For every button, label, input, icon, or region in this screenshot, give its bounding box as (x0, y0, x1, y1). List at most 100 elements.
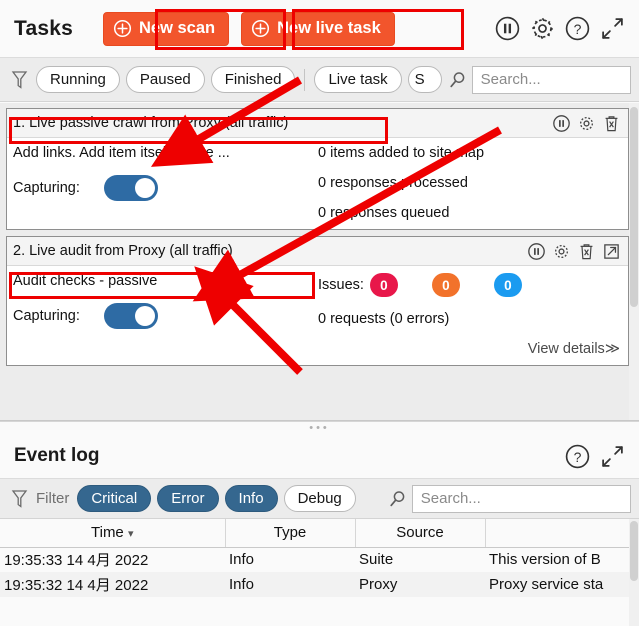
svg-text:?: ? (573, 448, 581, 464)
event-log-title: Event log (14, 445, 100, 466)
event-filter-critical[interactable]: Critical (77, 485, 152, 512)
task-card-2-left: Audit checks - passive Capturing: (13, 273, 318, 357)
filter-funnel-icon[interactable] (8, 489, 30, 509)
chevron-down-icon: ▾ (127, 528, 134, 541)
task-card-1-title: 1. Live passive crawl from Proxy (all tr… (13, 115, 289, 131)
pause-icon[interactable] (549, 111, 573, 135)
expand-arrows-icon[interactable] (597, 14, 627, 44)
svg-text:?: ? (573, 21, 581, 37)
tasks-filter-running[interactable]: Running (36, 66, 120, 93)
splitter-grip-icon: ••• (309, 422, 330, 434)
app-root: Tasks New scan New live task ? Running P… (0, 0, 639, 626)
view-details-label: View details (527, 341, 605, 357)
new-scan-label: New scan (139, 19, 216, 37)
row-0-time: 19:35:33 14 4月 2022 (4, 552, 149, 570)
task-card-2-right: Issues: 0 0 0 0 requests (0 errors) View… (318, 273, 622, 357)
tasks-header: Tasks New scan New live task ? (0, 0, 639, 58)
help-question-icon[interactable]: ? (562, 14, 592, 44)
tasks-filter-live-task[interactable]: Live task (314, 66, 402, 93)
tasks-header-icons: ? (492, 14, 631, 44)
task-card-1[interactable]: 1. Live passive crawl from Proxy (all tr… (6, 108, 629, 230)
chevron-double-right-icon: ≫ (604, 341, 620, 357)
event-filter-debug[interactable]: Debug (283, 485, 356, 512)
tasks-panel: Tasks New scan New live task ? Running P… (0, 0, 639, 421)
task-card-1-stat-items: 0 items added to site map (318, 145, 485, 161)
tasks-filter-bar: Running Paused Finished Live task S Sear… (0, 58, 639, 102)
status-badge-medium[interactable]: 0 (431, 273, 460, 297)
event-filter-info[interactable]: Info (224, 485, 278, 512)
delete-trash-icon[interactable] (599, 111, 623, 135)
status-badge-info[interactable]: 0 (493, 273, 522, 297)
task-card-1-stat-queued: 0 responses queued (318, 205, 450, 221)
task-card-1-right: 0 items added to site map 0 responses pr… (318, 145, 622, 221)
expand-arrows-icon[interactable] (597, 441, 627, 471)
column-header-time-label: Time (91, 524, 124, 542)
event-log-filter-bar: Filter Critical Error Info Debug Search.… (0, 479, 639, 519)
event-log-scrollbar[interactable] (629, 519, 639, 626)
tasks-filter-finished[interactable]: Finished (210, 66, 296, 93)
table-row[interactable]: 19:35:33 14 4月 2022 Info Suite This vers… (0, 547, 639, 572)
event-search-wrap: Search... (388, 484, 631, 513)
table-row[interactable]: 19:35:32 14 4月 2022 Info Proxy Proxy ser… (0, 572, 639, 597)
settings-gear-icon[interactable] (574, 111, 598, 135)
tasks-filter-scan-truncated[interactable]: S (407, 66, 442, 93)
status-badge-high[interactable]: 0 (369, 273, 398, 297)
new-live-task-label: New live task (277, 19, 381, 37)
tasks-filter-paused[interactable]: Paused (125, 66, 205, 93)
task-card-2-header: 2. Live audit from Proxy (all traffic) (7, 237, 628, 266)
task-card-2-title: 2. Live audit from Proxy (all traffic) (13, 243, 233, 259)
new-scan-button[interactable]: New scan (103, 11, 230, 46)
delete-trash-icon[interactable] (574, 239, 598, 263)
view-details-link[interactable]: View details≫ (318, 341, 622, 357)
table-header-row: Time ▾ Type Source (0, 519, 639, 548)
task-card-2-requests: 0 requests (0 errors) (318, 311, 450, 327)
task-card-1-icons (549, 111, 623, 135)
task-card-1-left: Add links. Add item itself, same ... Cap… (13, 145, 318, 221)
row-0-message: This version of B (489, 551, 601, 569)
column-header-source[interactable]: Source (355, 519, 486, 548)
help-question-icon[interactable]: ? (562, 441, 592, 471)
event-log-header-icons: ? (562, 441, 631, 471)
plus-circle-icon (251, 19, 270, 38)
task-card-1-description: Add links. Add item itself, same ... (13, 145, 230, 161)
filter-label: Filter (36, 490, 70, 507)
task-card-1-body: Add links. Add item itself, same ... Cap… (7, 138, 628, 229)
panel-splitter[interactable]: ••• (0, 421, 639, 434)
row-1-type: Info (225, 572, 355, 597)
search-icon[interactable] (448, 70, 468, 90)
tasks-search-input[interactable]: Search... (471, 65, 631, 94)
task-card-1-stat-processed: 0 responses processed (318, 175, 468, 191)
capturing-toggle[interactable] (103, 175, 158, 201)
column-header-message[interactable] (485, 519, 639, 548)
task-card-2-body: Audit checks - passive Capturing: Issues… (7, 266, 628, 365)
capturing-toggle[interactable] (103, 303, 158, 329)
event-log-table: Time ▾ Type Source 19:35:33 14 4月 2022 I… (0, 519, 639, 597)
row-0-source: Suite (359, 551, 394, 569)
column-header-time[interactable]: Time ▾ (0, 519, 226, 548)
task-card-2-description: Audit checks - passive (13, 273, 158, 289)
settings-gear-icon[interactable] (527, 14, 557, 44)
tasks-scrollbar[interactable] (629, 103, 639, 420)
task-card-1-header: 1. Live passive crawl from Proxy (all tr… (7, 109, 628, 138)
row-1-message: Proxy service sta (485, 572, 639, 597)
filter-funnel-icon[interactable] (8, 70, 30, 90)
task-card-1-capturing-row: Capturing: (13, 175, 318, 201)
event-log-header: Event log ? (0, 434, 639, 479)
task-card-2[interactable]: 2. Live audit from Proxy (all traffic) A… (6, 236, 629, 366)
search-icon[interactable] (388, 489, 408, 509)
settings-gear-icon[interactable] (549, 239, 573, 263)
open-external-icon[interactable] (599, 239, 623, 263)
task-card-2-icons (524, 239, 623, 263)
pause-icon[interactable] (492, 14, 522, 44)
page-title: Tasks (14, 16, 73, 40)
new-live-task-button[interactable]: New live task (241, 11, 395, 46)
pause-icon[interactable] (524, 239, 548, 263)
row-1-time: 19:35:32 14 4月 2022 (0, 572, 225, 597)
task-card-2-capturing-row: Capturing: (13, 303, 318, 329)
column-header-type[interactable]: Type (225, 519, 356, 548)
capturing-label: Capturing: (13, 180, 80, 196)
event-log-panel: Event log ? Filter Critical Error Info D… (0, 434, 639, 626)
event-filter-error[interactable]: Error (157, 485, 219, 512)
filter-divider (304, 68, 306, 91)
event-search-input[interactable]: Search... (411, 484, 631, 513)
